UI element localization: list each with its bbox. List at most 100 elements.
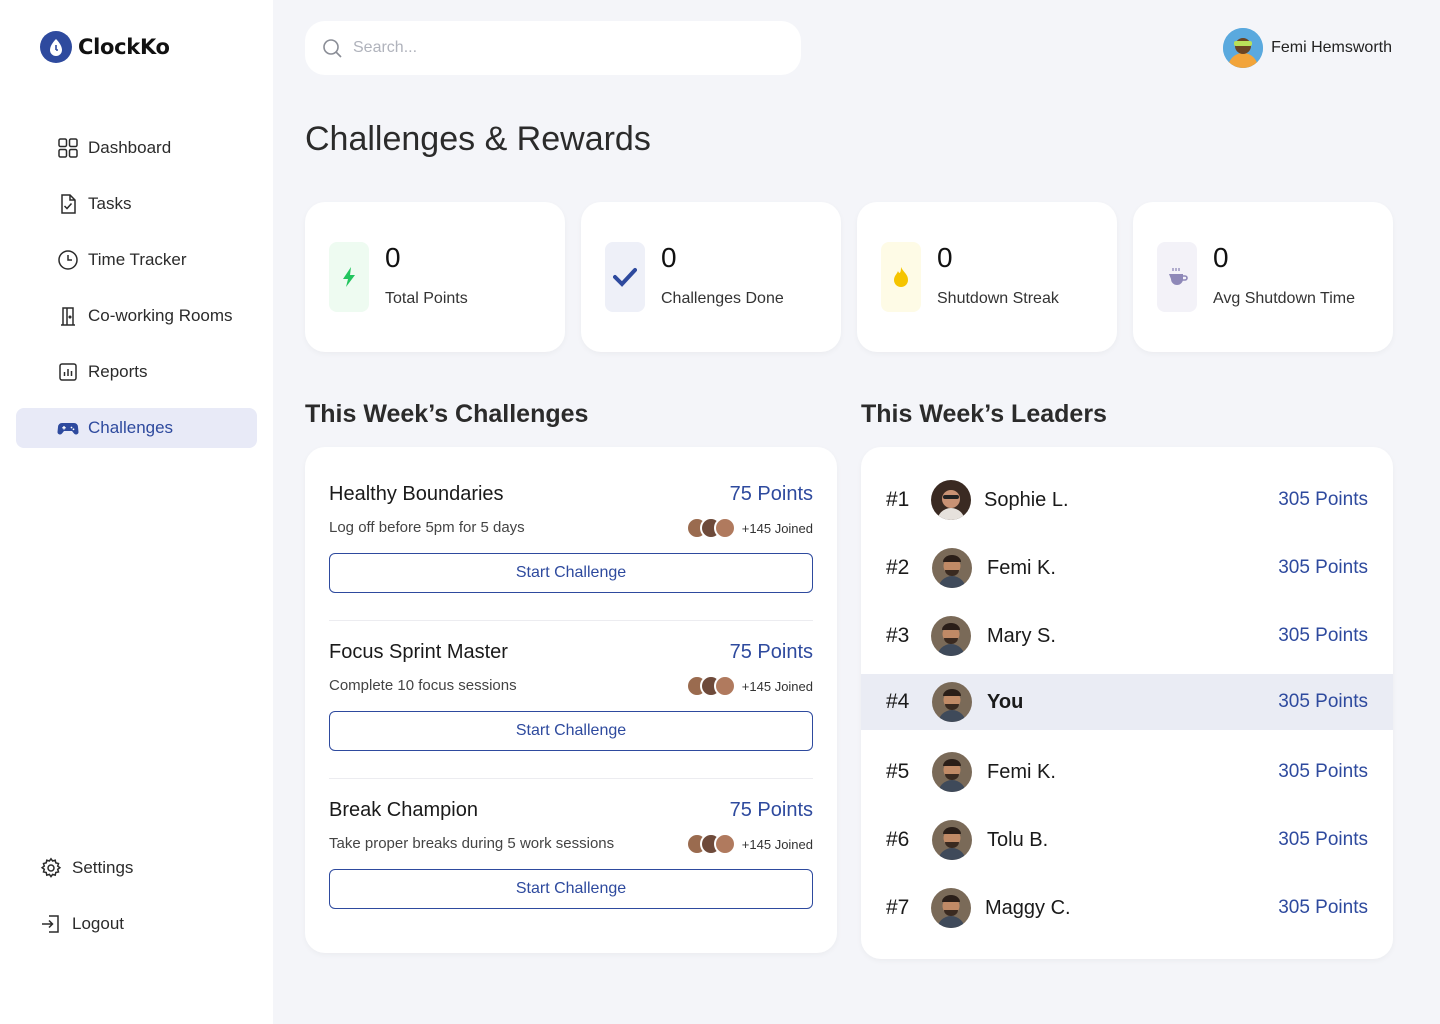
check-icon [605,242,645,312]
stat-value: 0 [385,242,401,273]
sidebar-item-time-tracker[interactable]: Time Tracker [16,240,257,280]
leader-rank: #7 [886,896,910,919]
leader-points: 305 Points [1278,829,1368,850]
search-bar[interactable] [305,21,801,75]
leader-name: Tolu B. [987,828,1049,851]
stat-value: 0 [937,242,953,273]
sidebar-item-coworking-rooms[interactable]: Co-working Rooms [16,296,257,336]
stat-card-total-points: 0 Total Points [305,202,565,352]
challenges-card: Healthy Boundaries 75 Points Log off bef… [305,447,837,953]
search-input[interactable] [353,39,773,57]
leader-rank: #5 [886,760,910,783]
leaders-section-title: This Week’s Leaders [861,400,1107,428]
coffee-icon [1157,242,1197,312]
leader-row[interactable]: #6 Tolu B. 305 Points [861,812,1393,868]
leader-points: 305 Points [1278,691,1368,712]
leader-points: 305 Points [1278,761,1368,782]
leader-rank: #6 [886,828,910,851]
challenge-title: Focus Sprint Master [329,641,508,663]
stat-label: Avg Shutdown Time [1213,290,1356,307]
chart-icon [59,363,77,381]
sidebar-item-reports[interactable]: Reports [16,352,257,392]
leader-name: Femi K. [987,760,1056,783]
flame-icon [881,242,921,312]
settings-label: Settings [72,858,134,877]
leader-name: Sophie L. [984,488,1069,511]
avatar [931,616,971,656]
leader-row[interactable]: #2 Femi K. 305 Points [861,540,1393,596]
user-avatar[interactable] [1223,28,1264,68]
search-icon [323,39,342,58]
leader-row-current-user[interactable]: #4 You 305 Points [861,674,1393,730]
sidebar-item-challenges[interactable]: Challenges [16,408,257,448]
leader-points: 305 Points [1278,557,1368,578]
leader-name: You [987,690,1024,713]
challenge-description: Take proper breaks during 5 work session… [329,835,615,852]
avatar [932,548,972,588]
stat-card-shutdown-streak: 0 Shutdown Streak [857,202,1117,352]
challenge-item: Break Champion 75 Points Take proper bre… [329,799,813,921]
leaders-card: #1 Sophie L. 305 Points #2 Femi K. 305 P… [861,447,1393,959]
clock-logo-icon [40,31,72,63]
challenge-description: Complete 10 focus sessions [329,677,517,694]
challenge-points: 75 Points [729,483,813,505]
user-profile[interactable]: Femi Hemsworth [1223,28,1392,68]
joined-count: +145 Joined [741,520,813,536]
joined-count: +145 Joined [741,678,813,694]
leader-points: 305 Points [1278,897,1368,918]
clock-icon [58,250,78,270]
main-nav: Dashboard Tasks Time Tracker Co-working … [16,128,257,464]
participant-avatars [685,675,736,697]
sidebar-item-label: Co-working Rooms [88,306,233,325]
stat-label: Challenges Done [661,290,784,307]
divider [329,620,813,621]
sidebar-item-dashboard[interactable]: Dashboard [16,128,257,168]
settings-link[interactable]: Settings [40,848,133,888]
challenge-points: 75 Points [729,799,813,821]
participant-avatars [685,833,736,855]
start-challenge-button[interactable]: Start Challenge [329,869,813,909]
leader-row[interactable]: #7 Maggy C. 305 Points [861,880,1393,936]
stat-label: Total Points [385,290,468,307]
leader-rank: #3 [886,624,910,647]
app-logo[interactable]: ClockKo [40,31,170,63]
leader-rank: #2 [886,556,910,579]
challenge-item: Healthy Boundaries 75 Points Log off bef… [329,483,813,605]
logout-icon [42,915,59,933]
challenge-title: Healthy Boundaries [329,483,504,505]
leader-rank: #4 [886,690,910,713]
logout-link[interactable]: Logout [40,904,133,944]
app-name: ClockKo [78,35,170,59]
start-challenge-button[interactable]: Start Challenge [329,711,813,751]
avatar [931,888,971,928]
avatar [932,682,972,722]
challenge-item: Focus Sprint Master 75 Points Complete 1… [329,641,813,763]
avatar [932,752,972,792]
file-check-icon [61,194,76,214]
stat-label: Shutdown Streak [937,290,1059,307]
gear-icon [40,857,62,878]
leader-row[interactable]: #1 Sophie L. 305 Points [861,472,1393,528]
leader-name: Mary S. [987,624,1056,647]
door-icon [61,307,75,326]
avatar [932,820,972,860]
sidebar-item-tasks[interactable]: Tasks [16,184,257,224]
bottom-nav: Settings Logout [40,848,133,960]
leader-name: Femi K. [987,556,1056,579]
challenge-description: Log off before 5pm for 5 days [329,519,525,536]
challenge-title: Break Champion [329,799,478,821]
challenge-points: 75 Points [729,641,813,663]
leader-row[interactable]: #5 Femi K. 305 Points [861,744,1393,800]
leader-rank: #1 [886,488,910,511]
page-title: Challenges & Rewards [305,120,651,158]
divider [329,778,813,779]
gamepad-icon [57,423,79,435]
logout-label: Logout [72,914,124,933]
avatar [931,480,971,520]
challenge-participants: +145 Joined [685,675,813,697]
grid-icon [58,138,78,158]
stat-card-challenges-done: 0 Challenges Done [581,202,841,352]
user-name: Femi Hemsworth [1271,39,1392,56]
leader-row[interactable]: #3 Mary S. 305 Points [861,608,1393,664]
start-challenge-button[interactable]: Start Challenge [329,553,813,593]
